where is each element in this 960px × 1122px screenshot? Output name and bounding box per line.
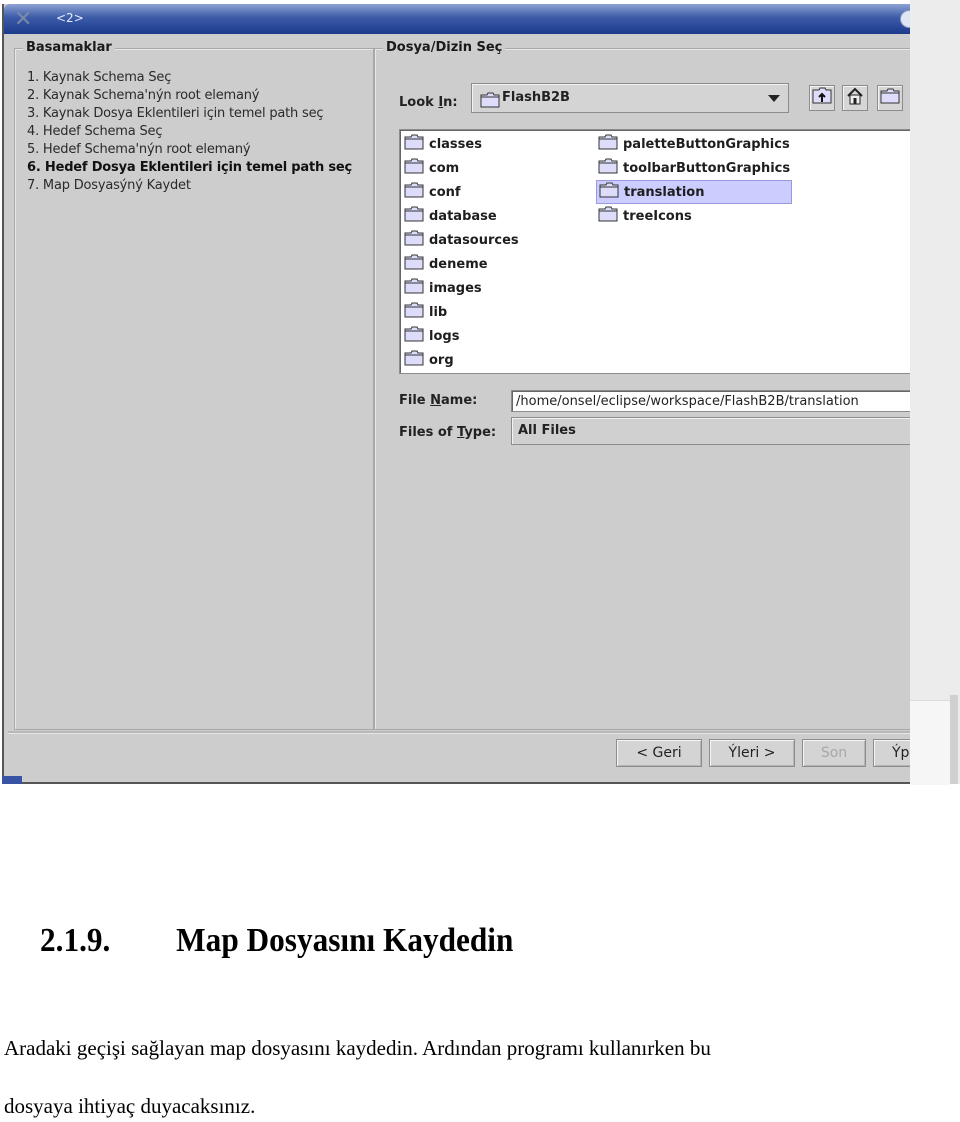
file-name-label-text: File xyxy=(399,393,431,408)
file-name-label: File Name: xyxy=(399,393,477,408)
file-item-name: paletteButtonGraphics xyxy=(623,136,790,152)
paragraph-line-2: dosyaya ihtiyaç duyacaksınız. xyxy=(4,1094,256,1118)
steps-panel: Basamaklar 1. Kaynak Schema Seç 2. Kayna… xyxy=(14,40,374,730)
button-bar-separator xyxy=(8,731,910,734)
file-name-mnemonic: N xyxy=(430,393,442,408)
file-item[interactable]: lib xyxy=(402,300,525,324)
window-title: <2> xyxy=(56,11,84,25)
folder-icon xyxy=(598,206,618,226)
file-name-label-text-end: ame: xyxy=(441,393,478,408)
file-item[interactable]: paletteButtonGraphics xyxy=(596,132,796,156)
step-item: 1. Kaynak Schema Seç xyxy=(27,70,172,85)
file-item-name: datasources xyxy=(429,232,519,248)
file-type-label-text: Files of xyxy=(399,425,457,440)
step-item: 7. Map Dosyasýný Kaydet xyxy=(27,178,191,193)
look-in-label: Look In: xyxy=(399,95,458,110)
up-folder-icon xyxy=(812,87,832,109)
new-folder-button[interactable] xyxy=(877,85,903,111)
look-in-dropdown[interactable]: FlashB2B xyxy=(471,83,789,113)
file-item[interactable]: deneme xyxy=(402,252,525,276)
folder-icon xyxy=(404,278,424,298)
look-in-value: FlashB2B xyxy=(502,90,570,105)
home-button[interactable] xyxy=(842,85,868,111)
file-item[interactable]: conf xyxy=(402,180,525,204)
finish-button[interactable]: Son xyxy=(802,739,866,767)
file-item-name: deneme xyxy=(429,256,488,272)
dropdown-arrow-icon xyxy=(768,95,780,102)
app-x-icon: ✕ xyxy=(14,7,33,32)
folder-icon xyxy=(404,158,424,178)
folder-icon xyxy=(404,206,424,226)
file-type-dropdown[interactable]: All Files xyxy=(511,417,931,445)
folder-icon xyxy=(404,350,424,370)
step-item: 4. Hedef Schema Seç xyxy=(27,124,163,139)
file-item-name: conf xyxy=(429,184,461,200)
right-margin-area xyxy=(910,0,960,785)
file-item-name: toolbarButtonGraphics xyxy=(623,160,791,176)
file-item-selected[interactable]: translation xyxy=(596,180,792,204)
file-item-name: lib xyxy=(429,304,448,320)
new-folder-icon xyxy=(880,88,900,108)
file-column-2: paletteButtonGraphics toolbarButtonGraphi… xyxy=(596,132,796,228)
file-item-name: images xyxy=(429,280,482,296)
steps-title: Basamaklar xyxy=(23,40,115,55)
file-item-name: logs xyxy=(429,328,460,344)
section-title: Map Dosyasını Kaydedin xyxy=(176,922,514,959)
file-name-input[interactable] xyxy=(511,390,931,412)
next-button[interactable]: Ýleri > xyxy=(709,739,795,767)
look-in-label-text: Look xyxy=(399,95,439,110)
up-folder-button[interactable] xyxy=(809,85,835,111)
file-item[interactable]: logs xyxy=(402,324,525,348)
file-item[interactable]: treeIcons xyxy=(596,204,796,228)
file-list[interactable]: classes com conf database datasources deneme i… xyxy=(399,129,919,374)
file-item[interactable]: com xyxy=(402,156,525,180)
folder-icon xyxy=(599,182,619,202)
file-item[interactable]: images xyxy=(402,276,525,300)
section-heading: 2.1.9. Map Dosyasını Kaydedin xyxy=(40,922,513,960)
file-item-name: treeIcons xyxy=(623,208,692,224)
window-corner xyxy=(2,776,22,784)
file-item-name: database xyxy=(429,208,497,224)
file-item[interactable]: org xyxy=(402,348,525,372)
file-item[interactable]: database xyxy=(402,204,525,228)
file-item[interactable]: classes xyxy=(402,132,525,156)
folder-icon xyxy=(404,326,424,346)
folder-icon xyxy=(404,134,424,154)
section-number: 2.1.9. xyxy=(40,922,111,959)
folder-icon xyxy=(598,158,618,178)
file-item[interactable]: datasources xyxy=(402,228,525,252)
folder-icon xyxy=(404,182,424,202)
right-margin-inner xyxy=(910,700,950,785)
folder-icon xyxy=(404,254,424,274)
folder-icon xyxy=(480,92,500,112)
file-chooser-panel: Dosya/Dizin Seç Look In: FlashB2B classe… xyxy=(374,40,936,730)
step-item: 5. Hedef Schema'nýn root elemaný xyxy=(27,142,251,157)
file-type-label: Files of Type: xyxy=(399,425,496,440)
back-button[interactable]: < Geri xyxy=(616,739,702,767)
file-item[interactable]: toolbarButtonGraphics xyxy=(596,156,796,180)
file-item-name: classes xyxy=(429,136,482,152)
file-column-1: classes com conf database datasources deneme i… xyxy=(402,132,525,372)
folder-icon xyxy=(404,302,424,322)
folder-icon xyxy=(404,230,424,250)
file-type-label-text-end: ype: xyxy=(464,425,497,440)
step-item-current: 6. Hedef Dosya Eklentileri için temel pa… xyxy=(27,160,353,175)
paragraph-line-1: Aradaki geçişi sağlayan map dosyasını ka… xyxy=(4,1036,711,1060)
wizard-window: ✕ <2> Basamaklar 1. Kaynak Schema Seç 2.… xyxy=(2,4,936,784)
right-margin-edge xyxy=(950,695,958,784)
step-item: 3. Kaynak Dosya Eklentileri için temel p… xyxy=(27,106,324,121)
file-item-name: org xyxy=(429,352,454,368)
steps-list: 1. Kaynak Schema Seç 2. Kaynak Schema'ný… xyxy=(27,69,352,195)
home-icon xyxy=(846,87,864,109)
step-item: 2. Kaynak Schema'nýn root elemaný xyxy=(27,88,260,103)
file-item-name: translation xyxy=(624,184,705,200)
chooser-title: Dosya/Dizin Seç xyxy=(383,40,506,55)
look-in-label-text-end: n: xyxy=(443,95,458,110)
title-bar[interactable]: ✕ <2> xyxy=(4,4,918,34)
file-item-name: com xyxy=(429,160,460,176)
folder-icon xyxy=(598,134,618,154)
